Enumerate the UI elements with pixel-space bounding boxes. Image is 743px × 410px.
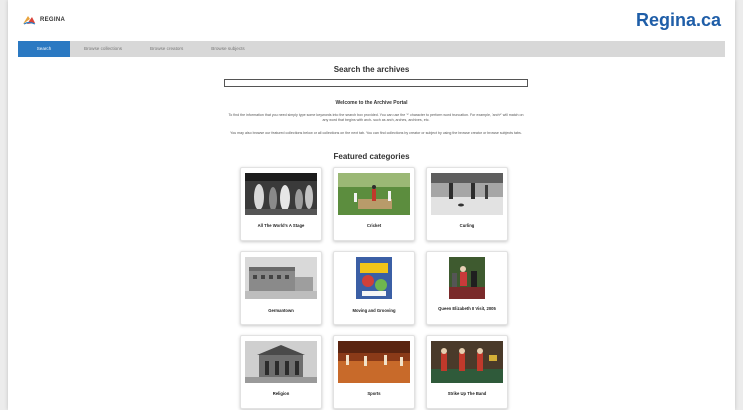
theatre-photo <box>245 173 317 215</box>
category-label: Religion <box>272 391 290 396</box>
category-card-moving[interactable]: Moving and Grooving <box>333 251 415 325</box>
category-label: Strike Up The Band <box>447 391 487 396</box>
category-card-stage[interactable]: All The World's A Stage <box>240 167 322 241</box>
category-label: Cricket <box>366 223 382 228</box>
intro-paragraph-1: To find the information that you need si… <box>228 113 524 122</box>
category-card-germantown[interactable]: Germantown <box>240 251 322 325</box>
category-label: All The World's A Stage <box>257 223 305 228</box>
welcome-heading: Welcome to the Archive Portal <box>335 100 408 106</box>
regina-logo-icon <box>23 16 36 25</box>
curling-photo <box>431 173 503 215</box>
regina-logo[interactable]: REGINA <box>22 15 65 25</box>
church-photo <box>245 341 317 383</box>
search-input[interactable] <box>224 79 528 87</box>
category-label: Moving and Grooving <box>352 308 396 313</box>
category-card-band[interactable]: Strike Up The Band <box>426 335 508 409</box>
brand-link[interactable]: Regina.ca <box>636 10 721 31</box>
germantown-photo <box>245 257 317 299</box>
logo-text: REGINA <box>40 17 66 23</box>
header: REGINA Regina.ca <box>8 0 735 40</box>
tab-bar: Search Browse collections Browse creator… <box>18 41 725 57</box>
queen-visit-photo <box>449 257 485 299</box>
band-photo <box>431 341 503 383</box>
category-label: Sports <box>367 391 381 396</box>
intro-paragraph-2: You may also browse our featured collect… <box>230 131 522 135</box>
category-label: Germantown <box>268 308 294 313</box>
category-card-cricket[interactable]: Cricket <box>333 167 415 241</box>
category-label: Queen Elizabeth II Visit, 2005 <box>438 306 496 311</box>
tab-browse-creators[interactable]: Browse creators <box>136 41 197 57</box>
category-label: Curling <box>459 223 475 228</box>
tab-search[interactable]: Search <box>18 41 70 57</box>
search-heading: Search the archives <box>333 65 410 74</box>
category-card-religion[interactable]: Religion <box>240 335 322 409</box>
category-card-queen-visit[interactable]: Queen Elizabeth II Visit, 2005 <box>426 251 508 325</box>
page: REGINA Regina.ca Search Browse collectio… <box>8 0 735 410</box>
tab-browse-collections[interactable]: Browse collections <box>70 41 136 57</box>
arena-photo <box>338 341 410 383</box>
category-card-sports[interactable]: Sports <box>333 335 415 409</box>
poster-photo <box>356 257 392 299</box>
category-card-curling[interactable]: Curling <box>426 167 508 241</box>
tab-browse-subjects[interactable]: Browse subjects <box>197 41 258 57</box>
cricket-photo <box>338 173 410 215</box>
featured-heading: Featured categories <box>333 152 410 161</box>
